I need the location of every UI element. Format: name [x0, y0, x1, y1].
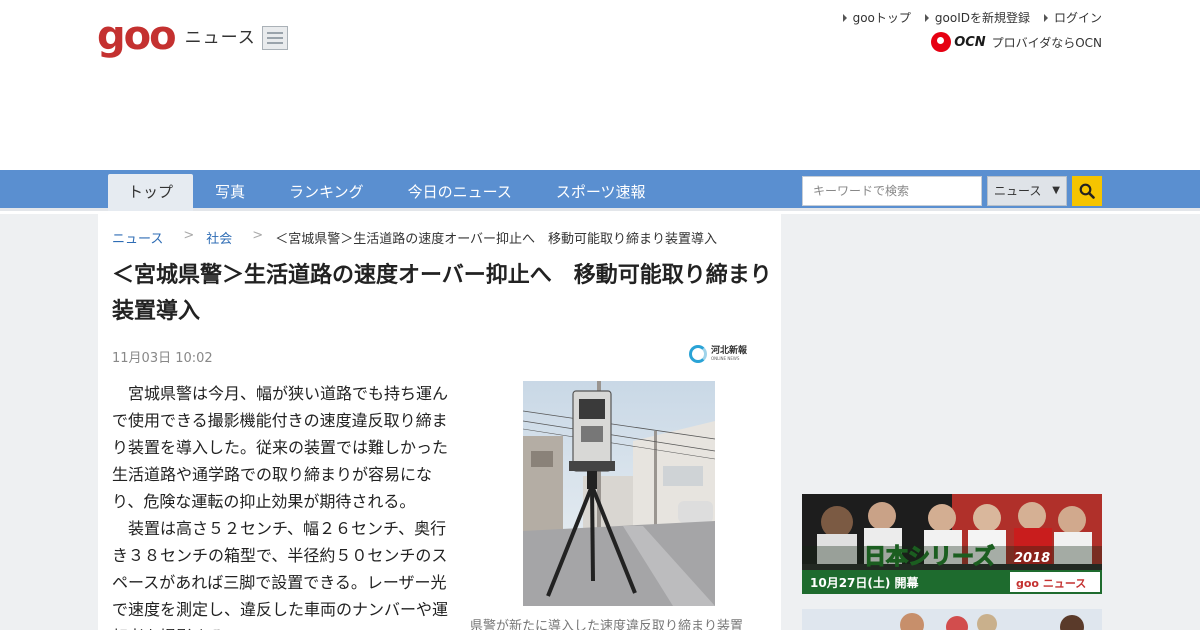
breadcrumb-society[interactable]: 社会 [206, 228, 232, 247]
breadcrumb-current: ＜宮城県警＞生活道路の速度オーバー抑止へ 移動可能取り締まり装置導入 [275, 232, 718, 247]
breadcrumb: ニュース > 社会 > ＜宮城県警＞生活道路の速度オーバー抑止へ 移動可能取り締… [112, 228, 717, 247]
source-name: 河北新報 [711, 346, 748, 356]
banner-title: 日本シリーズ [864, 544, 995, 570]
kahoku-shimpo-logo[interactable]: 河北新報 ONLINE NEWS [689, 345, 747, 363]
goo-logo-text: goo [97, 13, 177, 59]
article-date: 11月03日 10:02 [112, 351, 213, 366]
sidebar-banner-2-image [802, 609, 1102, 630]
speed-camera-photo [523, 381, 715, 606]
breadcrumb-news[interactable]: ニュース [112, 228, 163, 247]
photo-caption: 県警が新たに導入した速度違反取り締まり装置 [470, 619, 744, 630]
arrow-right-icon [1043, 13, 1048, 22]
article-body: 宮城県警は今月、幅が狭い道路でも持ち運んで使用できる撮影機能付きの速度違反取り締… [112, 380, 454, 630]
search-icon [1079, 183, 1095, 199]
tab-todays-news[interactable]: 今日のニュース [386, 174, 534, 211]
register-gooid-link[interactable]: gooIDを新規登録 [924, 9, 1030, 26]
caret-down-icon: ▼ [1052, 185, 1060, 196]
nav-tabs: トップ 写真 ランキング 今日のニュース スポーツ速報 [108, 174, 668, 211]
goo-top-link[interactable]: gooトップ [842, 9, 911, 26]
sidebar-banner-2[interactable] [802, 609, 1102, 630]
ocn-mark-icon [931, 32, 952, 52]
goo-news-logo[interactable]: goo ニュース [97, 14, 288, 56]
newspaper-icon [261, 26, 288, 50]
article-paragraph: 装置は高さ５２センチ、幅２６センチ、奥行き３８センチの箱型で、半径約５０センチの… [112, 519, 449, 630]
banner-brand: goo ニュース [1016, 577, 1086, 590]
article-photo[interactable] [523, 381, 715, 606]
search-button[interactable] [1072, 176, 1102, 206]
login-link[interactable]: ログイン [1043, 9, 1102, 26]
ocn-provider-link[interactable]: OCN プロバイダならOCN [931, 32, 1102, 52]
top-links: gooトップ gooIDを新規登録 ログイン [829, 9, 1102, 26]
global-nav: トップ 写真 ランキング 今日のニュース スポーツ速報 ニュース ▼ [0, 170, 1200, 211]
kahoku-ring-icon [689, 345, 707, 363]
banner-year: 2018 [1014, 551, 1050, 566]
japan-series-banner-image: 日本シリーズ 2018 10月27日(土) 開幕 goo ニュース [802, 494, 1102, 594]
tab-photos[interactable]: 写真 [193, 174, 267, 211]
breadcrumb-separator: > [252, 228, 264, 243]
search-category-select[interactable]: ニュース ▼ [987, 176, 1067, 206]
arrow-right-icon [924, 13, 929, 22]
source-sub: ONLINE NEWS [711, 356, 740, 361]
sidebar-ad-area [811, 214, 1200, 484]
tab-sports[interactable]: スポーツ速報 [534, 174, 668, 211]
ocn-link-label: プロバイダならOCN [991, 35, 1102, 50]
tab-top[interactable]: トップ [108, 174, 194, 211]
search-category-value: ニュース [994, 184, 1042, 198]
ocn-logo: OCN [931, 32, 986, 52]
article-card: ニュース > 社会 > ＜宮城県警＞生活道路の速度オーバー抑止へ 移動可能取り締… [98, 214, 781, 630]
page-body: ニュース > 社会 > ＜宮城県警＞生活道路の速度オーバー抑止へ 移動可能取り締… [0, 214, 1200, 630]
article-paragraph: 宮城県警は今月、幅が狭い道路でも持ち運んで使用できる撮影機能付きの速度違反取り締… [112, 384, 449, 511]
arrow-right-icon [842, 13, 847, 22]
site-header: goo ニュース gooトップ gooIDを新規登録 ログイン OCN プロバイ… [0, 0, 1200, 170]
search-input[interactable] [802, 176, 982, 206]
banner-date: 10月27日(土) 開幕 [810, 575, 920, 590]
article-title: ＜宮城県警＞生活道路の速度オーバー抑止へ 移動可能取り締まり装置導入 [112, 263, 772, 324]
tab-ranking[interactable]: ランキング [267, 174, 386, 211]
japan-series-banner[interactable]: 日本シリーズ 2018 10月27日(土) 開幕 goo ニュース [802, 494, 1102, 594]
breadcrumb-separator: > [183, 228, 195, 243]
logo-section-label: ニュース [184, 28, 256, 48]
